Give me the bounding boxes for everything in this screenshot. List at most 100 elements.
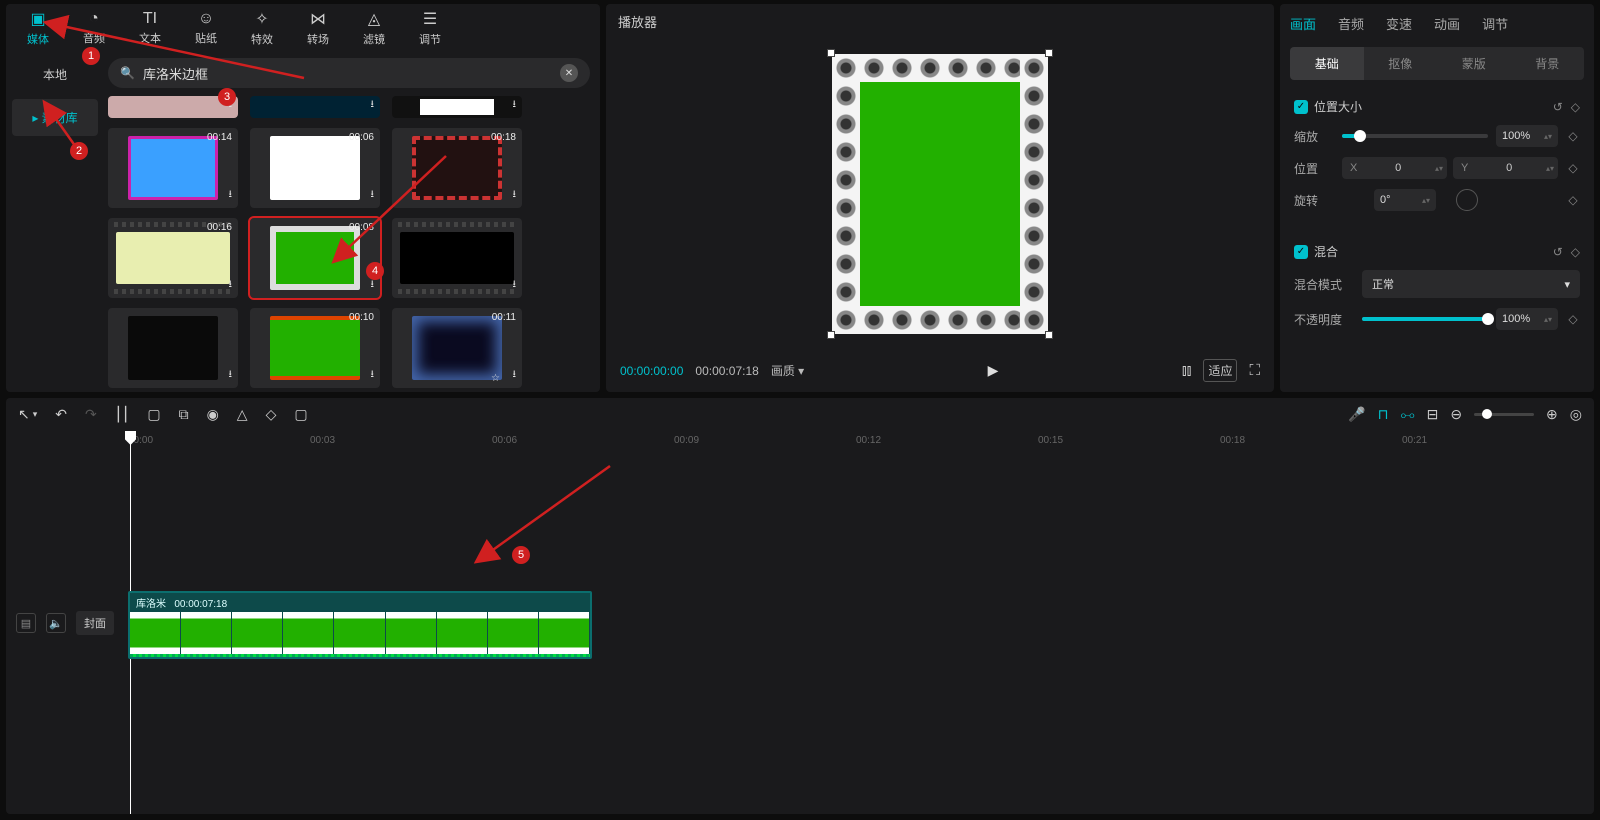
tab-transition[interactable]: ⋈ 转场 <box>290 8 346 48</box>
keyframe-toggle[interactable]: ◇ <box>1566 193 1580 207</box>
tool-mirror[interactable]: △ <box>237 406 248 423</box>
favorite-icon[interactable]: ☆ <box>491 373 500 384</box>
download-icon[interactable]: ⭳ <box>229 97 233 114</box>
resize-handle[interactable] <box>827 331 835 339</box>
asset-item[interactable]: ⭳ <box>108 96 238 118</box>
download-icon[interactable]: ⭳ <box>371 367 375 384</box>
search-clear-button[interactable]: ✕ <box>560 64 578 82</box>
stepper-icon[interactable]: ▴▾ <box>1544 132 1552 141</box>
tool-rotate[interactable]: ◇ <box>266 406 277 423</box>
stepper-icon[interactable]: ▴▾ <box>1544 315 1552 324</box>
asset-item[interactable]: ⭳ <box>392 218 522 298</box>
tab-filter[interactable]: ◬ 滤镜 <box>346 8 402 48</box>
scale-slider[interactable] <box>1342 134 1488 138</box>
asset-item-selected[interactable]: 00:08 ⭳ <box>250 218 380 298</box>
keyframe-icon[interactable]: ◇ <box>1571 100 1580 114</box>
zoom-out-icon[interactable]: ⊖ <box>1450 406 1462 423</box>
preview-canvas[interactable] <box>606 39 1274 349</box>
tool-link[interactable]: ⧟ <box>1401 406 1415 423</box>
scale-value[interactable]: 100%▴▾ <box>1496 125 1558 147</box>
resize-handle[interactable] <box>827 49 835 57</box>
stepper-icon[interactable]: ▴▾ <box>1542 164 1558 173</box>
zoom-in-icon[interactable]: ⊕ <box>1546 406 1558 423</box>
asset-item[interactable]: 00:11 ☆ ⭳ <box>392 308 522 388</box>
download-icon[interactable]: ⭳ <box>513 367 517 384</box>
tool-split[interactable]: ⎮⎮ <box>115 406 130 423</box>
asset-item[interactable]: ⭳ <box>250 96 380 118</box>
zoom-fit-icon[interactable]: ◎ <box>1570 406 1582 423</box>
search-input[interactable] <box>143 66 552 81</box>
position-y-input[interactable]: Y0▴▾ <box>1453 157 1558 179</box>
subtab-bg[interactable]: 背景 <box>1511 47 1585 80</box>
download-icon[interactable]: ⭳ <box>371 277 375 294</box>
tab-effect[interactable]: ✧ 特效 <box>234 8 290 48</box>
resize-handle[interactable] <box>1045 49 1053 57</box>
tool-delete[interactable]: ▢ <box>147 406 160 423</box>
tool-select[interactable]: ↖ ▾ <box>18 406 37 423</box>
tab-anim[interactable]: 动画 <box>1434 14 1460 33</box>
download-icon[interactable]: ⭳ <box>371 97 375 114</box>
reset-icon[interactable]: ↺ <box>1553 245 1563 259</box>
tab-speed[interactable]: 变速 <box>1386 14 1412 33</box>
keyframe-toggle[interactable]: ◇ <box>1566 161 1580 175</box>
keyframe-icon[interactable]: ◇ <box>1571 245 1580 259</box>
opacity-value[interactable]: 100%▴▾ <box>1496 308 1558 330</box>
checkbox-blend[interactable]: ✓ <box>1294 245 1308 259</box>
tab-adjust-prop[interactable]: 调节 <box>1482 14 1508 33</box>
quality-dropdown[interactable]: 画质 ▾ <box>771 362 804 379</box>
tool-redo[interactable]: ↷ <box>85 406 97 423</box>
reset-icon[interactable]: ↺ <box>1553 100 1563 114</box>
resize-handle[interactable] <box>1045 331 1053 339</box>
track-mute-icon[interactable]: 🔈 <box>46 613 66 633</box>
subtab-matte[interactable]: 蒙版 <box>1437 47 1511 80</box>
download-icon[interactable]: ⭳ <box>513 97 517 114</box>
keyframe-toggle[interactable]: ◇ <box>1566 312 1580 326</box>
asset-item[interactable]: ⭳ <box>108 308 238 388</box>
stepper-icon[interactable]: ▴▾ <box>1431 164 1447 173</box>
fit-button[interactable]: 适应 <box>1203 359 1237 382</box>
asset-item[interactable]: 00:10 ⭳ <box>250 308 380 388</box>
position-x-input[interactable]: X0▴▾ <box>1342 157 1447 179</box>
tool-mic[interactable]: 🎤 <box>1348 406 1365 423</box>
timeline-body[interactable]: 00:00 00:03 00:06 00:09 00:12 00:15 00:1… <box>6 431 1594 814</box>
tab-picture[interactable]: 画面 <box>1290 14 1316 33</box>
play-button[interactable]: ▶ <box>948 362 1039 379</box>
tool-copy[interactable]: ⧉ <box>179 406 189 423</box>
sidebar-item-local[interactable]: 本地 <box>12 56 98 93</box>
compare-icon[interactable]: ⫾⫾ <box>1182 362 1192 379</box>
timeline-ruler[interactable]: 00:00 00:03 00:06 00:09 00:12 00:15 00:1… <box>126 431 1594 453</box>
sidebar-item-library[interactable]: 素材库 <box>12 99 98 136</box>
subtab-mask[interactable]: 抠像 <box>1364 47 1438 80</box>
rotation-value[interactable]: 0°▴▾ <box>1374 189 1436 211</box>
track-lock-icon[interactable]: ▤ <box>16 613 36 633</box>
tab-sticker[interactable]: ☺ 贴纸 <box>178 8 234 48</box>
tool-preview-cut[interactable]: ⊟ <box>1427 406 1439 423</box>
stepper-icon[interactable]: ▴▾ <box>1422 196 1430 205</box>
rotation-dial[interactable] <box>1456 189 1478 211</box>
download-icon[interactable]: ⭳ <box>513 187 517 204</box>
tool-magnet[interactable]: ⊓ <box>1378 406 1389 423</box>
download-icon[interactable]: ⭳ <box>229 187 233 204</box>
opacity-slider[interactable] <box>1362 317 1488 321</box>
subtab-basic[interactable]: 基础 <box>1290 47 1364 80</box>
keyframe-toggle[interactable]: ◇ <box>1566 129 1580 143</box>
asset-item[interactable]: 00:06 ⭳ <box>250 128 380 208</box>
download-icon[interactable]: ⭳ <box>229 277 233 294</box>
download-icon[interactable]: ⭳ <box>371 187 375 204</box>
zoom-slider[interactable] <box>1474 413 1534 416</box>
asset-item[interactable]: 00:16 ⭳ <box>108 218 238 298</box>
checkbox-position-size[interactable]: ✓ <box>1294 100 1308 114</box>
fullscreen-icon[interactable]: ⛶ <box>1249 362 1260 379</box>
timeline-clip[interactable]: 库洛米 00:00:07:18 <box>128 591 592 659</box>
tool-undo[interactable]: ↶ <box>55 406 67 423</box>
asset-item[interactable]: 00:14 ⭳ <box>108 128 238 208</box>
cover-button[interactable]: 封面 <box>76 611 114 635</box>
tab-audio[interactable]: ◔ 音频 <box>66 8 122 48</box>
tool-crop[interactable]: ▢ <box>294 406 307 423</box>
tab-text[interactable]: TI 文本 <box>122 8 178 48</box>
download-icon[interactable]: ⭳ <box>229 367 233 384</box>
tool-speed[interactable]: ◉ <box>207 406 219 423</box>
download-icon[interactable]: ⭳ <box>513 277 517 294</box>
tab-media[interactable]: ▣ 媒体 <box>10 8 66 48</box>
blend-mode-select[interactable]: 正常 ▾ <box>1362 270 1580 298</box>
